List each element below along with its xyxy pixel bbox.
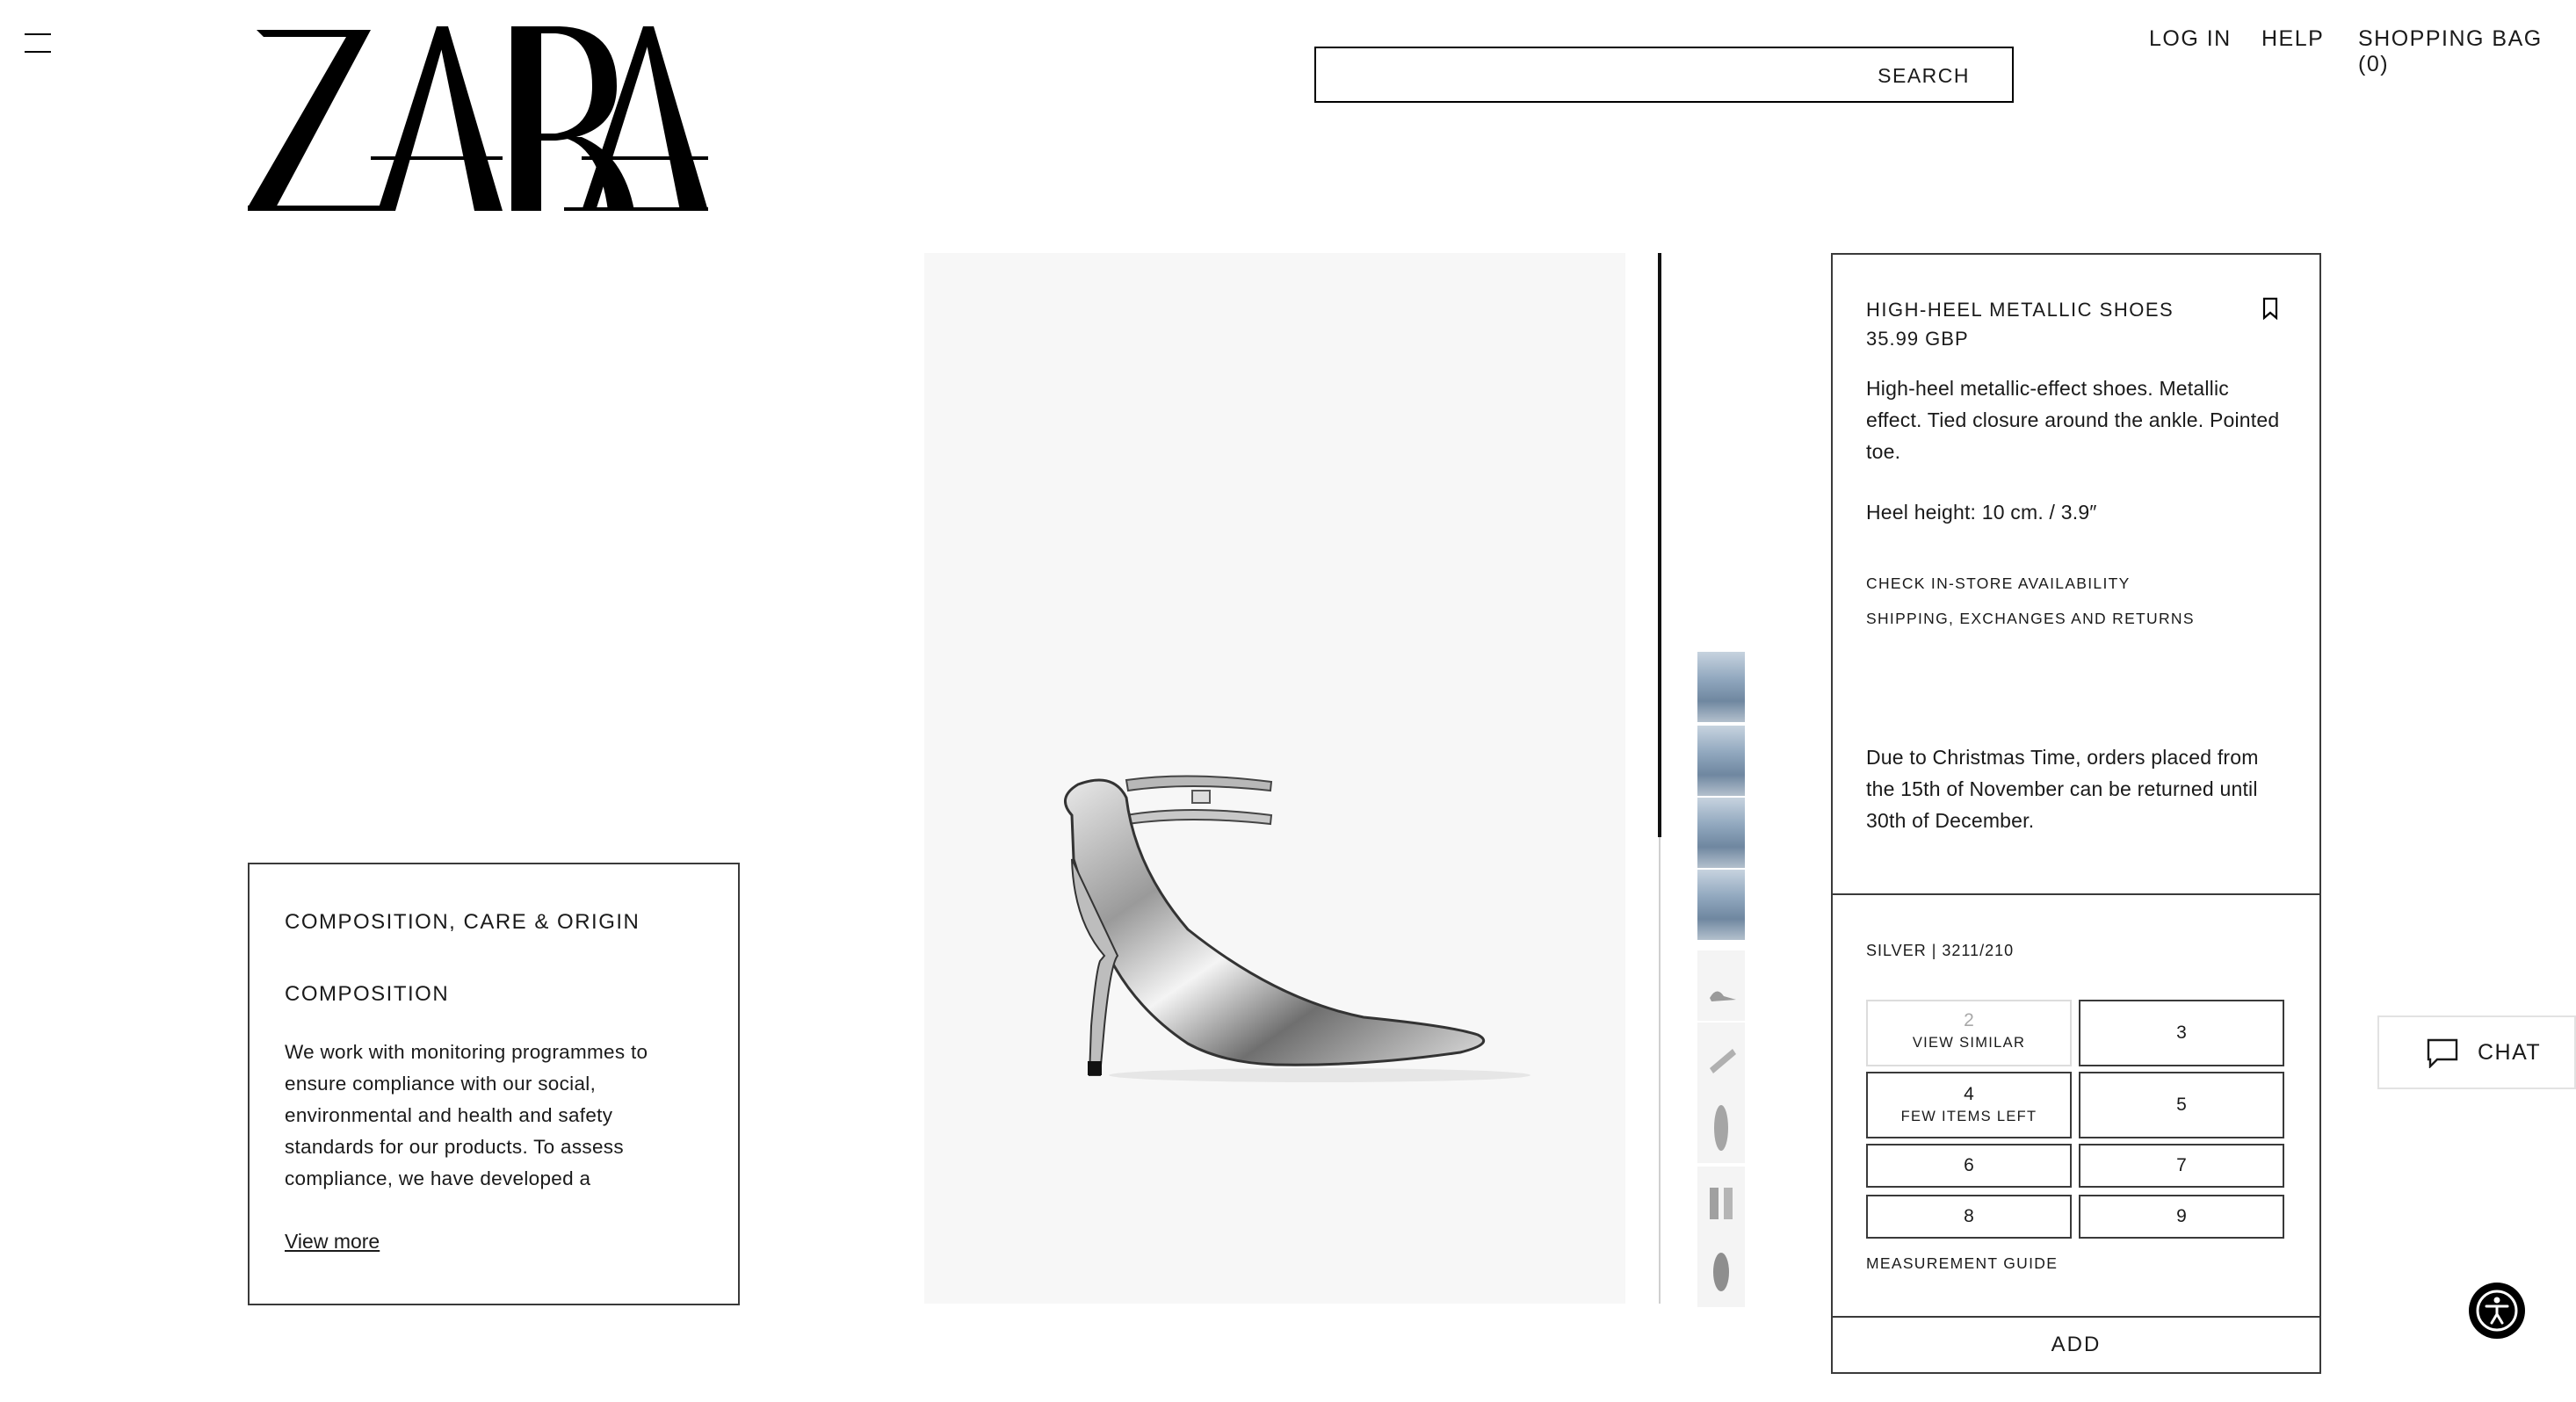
color-reference: SILVER | 3211/210 — [1866, 942, 2015, 959]
composition-title: COMPOSITION, CARE & ORIGIN — [285, 910, 640, 934]
composition-text: We work with monitoring programmes to en… — [285, 1041, 648, 1189]
thumbnail-9[interactable] — [1697, 1237, 1745, 1307]
check-availability-link[interactable]: CHECK IN-STORE AVAILABILITY — [1866, 575, 2131, 593]
size-label: 2 — [1964, 1010, 1974, 1030]
chat-button[interactable]: CHAT — [2377, 1015, 2576, 1089]
size-option[interactable]: 3 — [2079, 1000, 2284, 1066]
size-option[interactable]: 9 — [2079, 1195, 2284, 1239]
search-label[interactable]: SEARCH — [1878, 64, 1970, 88]
shipping-returns-link[interactable]: SHIPPING, EXCHANGES AND RETURNS — [1866, 610, 2195, 628]
size-option[interactable]: 5 — [2079, 1072, 2284, 1138]
size-option[interactable]: 4 FEW ITEMS LEFT — [1866, 1072, 2072, 1138]
size-option[interactable]: 2 VIEW SIMILAR — [1866, 1000, 2072, 1066]
thumbnail-5[interactable] — [1697, 950, 1745, 1021]
composition-subtitle: COMPOSITION — [285, 982, 450, 1006]
thumbnail-4[interactable] — [1697, 870, 1745, 940]
chat-bubble-icon — [2427, 1038, 2458, 1069]
size-option[interactable]: 8 — [1866, 1195, 2072, 1239]
christmas-returns-notice: Due to Christmas Time, orders placed fro… — [1866, 746, 2259, 832]
thumbnail-6[interactable] — [1697, 1023, 1745, 1093]
search-input[interactable]: SEARCH — [1314, 47, 2014, 103]
size-label: 9 — [2176, 1206, 2187, 1226]
login-link[interactable]: LOG IN — [2149, 26, 2232, 52]
shoe-illustration — [1064, 775, 1530, 1082]
size-option[interactable]: 7 — [2079, 1144, 2284, 1188]
thumbnail-3[interactable] — [1697, 798, 1745, 868]
measurement-guide-link[interactable]: MEASUREMENT GUIDE — [1866, 1254, 2058, 1273]
size-label: 4 — [1964, 1084, 1974, 1104]
product-price: 35.99 GBP — [1866, 328, 1969, 350]
thumbnail-2[interactable] — [1697, 726, 1745, 796]
size-note: FEW ITEMS LEFT — [1900, 1109, 2037, 1124]
size-option[interactable]: 6 — [1866, 1144, 2072, 1188]
thumbnail-8[interactable] — [1697, 1167, 1745, 1237]
shopping-bag-link[interactable]: SHOPPING BAG (0) — [2358, 26, 2576, 77]
size-label: 6 — [1964, 1155, 1974, 1175]
brand-logo[interactable] — [248, 25, 708, 220]
composition-card: COMPOSITION, CARE & ORIGIN COMPOSITION W… — [248, 863, 740, 1305]
product-description: High-heel metallic-effect shoes. Metalli… — [1866, 377, 2280, 463]
heel-height: Heel height: 10 cm. / 3.9″ — [1866, 501, 2097, 524]
menu-icon[interactable] — [25, 32, 51, 53]
add-to-bag-button[interactable]: ADD — [1831, 1316, 2321, 1374]
help-link[interactable]: HELP — [2261, 26, 2324, 52]
size-note: VIEW SIMILAR — [1912, 1035, 2026, 1051]
image-scroll-thumb[interactable] — [1658, 253, 1661, 837]
chat-label: CHAT — [2478, 1040, 2542, 1065]
size-label: 7 — [2176, 1155, 2187, 1175]
bookmark-icon[interactable] — [2261, 297, 2279, 321]
size-label: 3 — [2176, 1023, 2187, 1043]
size-label: 5 — [2176, 1095, 2187, 1115]
accessibility-icon[interactable] — [2469, 1283, 2525, 1339]
size-label: 8 — [1964, 1206, 1974, 1226]
product-name: HIGH-HEEL METALLIC SHOES — [1866, 299, 2174, 321]
view-more-link[interactable]: View more — [285, 1230, 380, 1254]
thumbnail-1[interactable] — [1697, 652, 1745, 722]
thumbnail-7[interactable] — [1697, 1093, 1745, 1163]
product-main-image[interactable] — [924, 253, 1625, 1304]
